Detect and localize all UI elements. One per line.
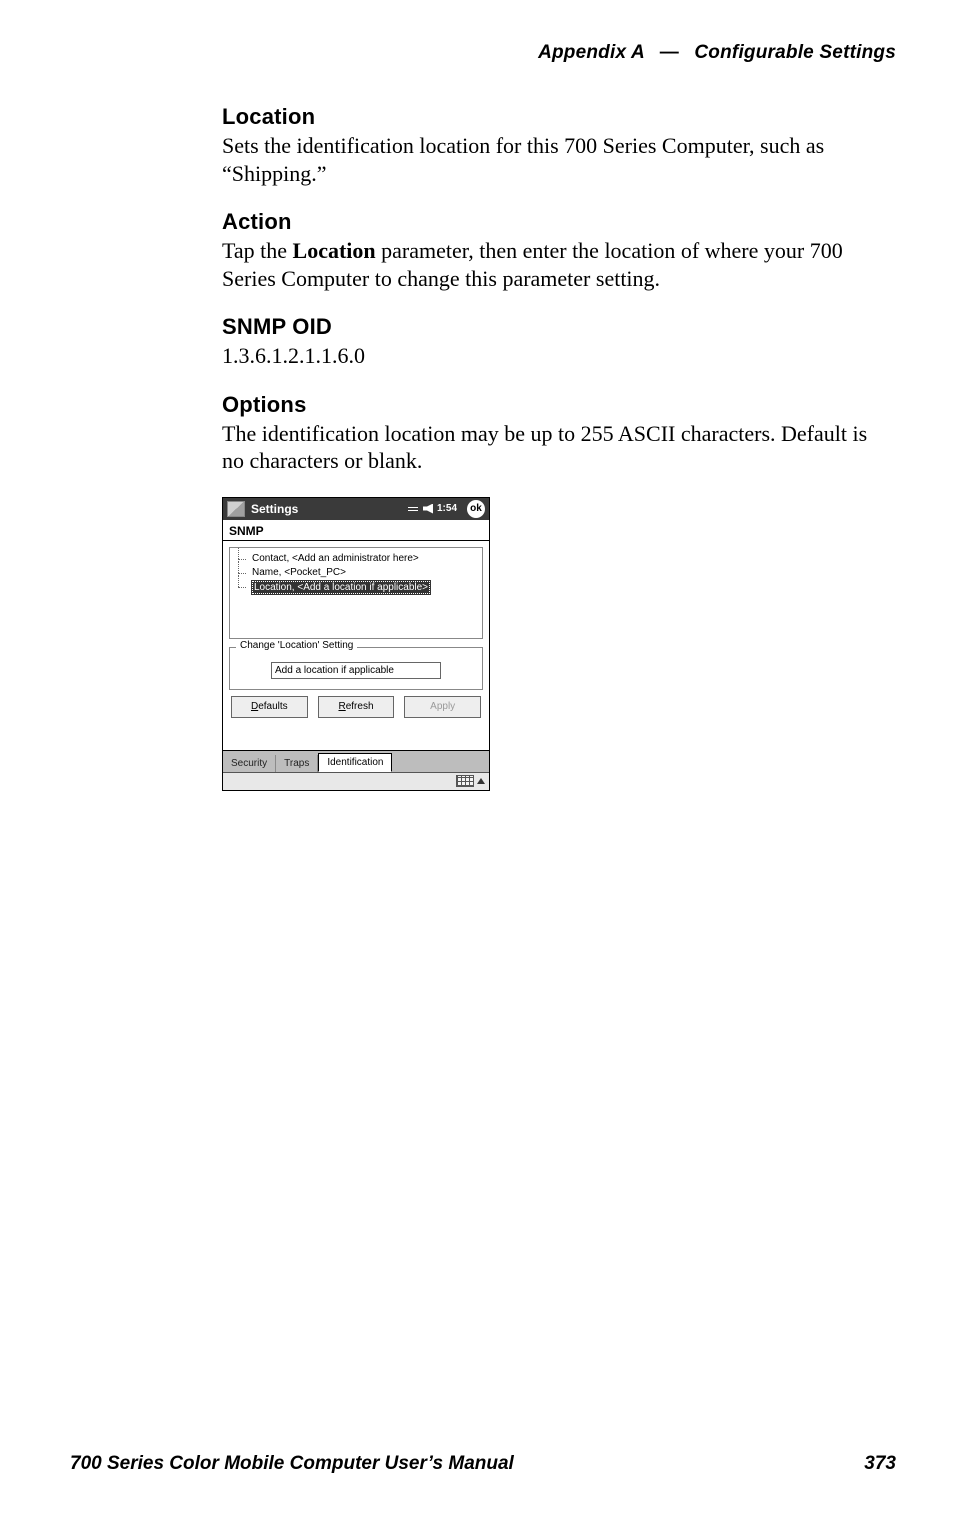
header-separator: — [660, 42, 679, 63]
keyboard-icon[interactable] [456, 775, 474, 787]
tree-branch-icon [234, 567, 248, 579]
footer-manual-title: 700 Series Color Mobile Computer User’s … [70, 1453, 514, 1475]
body-action-bold: Location [293, 238, 376, 263]
tab-identification[interactable]: Identification [318, 753, 392, 772]
start-flag-icon[interactable] [227, 501, 245, 517]
header-appendix: Appendix A [538, 42, 644, 63]
pocketpc-window: Settings 1:54 ok SNMP Contact, <Add an a… [222, 497, 490, 791]
button-rest: efaults [258, 701, 287, 712]
running-header: Appendix A — Configurable Settings [70, 42, 896, 64]
clock: 1:54 [437, 503, 457, 514]
body-location: Sets the identification location for thi… [222, 132, 882, 187]
button-accel: R [338, 701, 345, 712]
location-input[interactable] [271, 662, 441, 679]
titlebar: Settings 1:54 ok [223, 498, 489, 520]
tree-branch-icon [234, 581, 248, 593]
change-setting-group: Change 'Location' Setting [229, 647, 483, 690]
window-title: Settings [251, 502, 401, 516]
heading-options: Options [222, 392, 882, 418]
body-action-pre: Tap the [222, 238, 293, 263]
tab-security[interactable]: Security [223, 755, 276, 772]
defaults-button[interactable]: Defaults [231, 696, 308, 718]
refresh-button[interactable]: Refresh [318, 696, 395, 718]
tree-item-location[interactable]: Location, <Add a location if applicable> [232, 580, 480, 595]
speaker-icon[interactable] [423, 504, 433, 514]
sip-bar [223, 772, 489, 790]
tree-item-contact[interactable]: Contact, <Add an administrator here> [232, 552, 480, 566]
page-footer: 700 Series Color Mobile Computer User’s … [70, 1453, 896, 1475]
embedded-screenshot: Settings 1:54 ok SNMP Contact, <Add an a… [222, 497, 882, 791]
ok-button[interactable]: ok [467, 500, 485, 518]
status-area: 1:54 [407, 503, 457, 514]
heading-snmp-oid: SNMP OID [222, 314, 882, 340]
body-action: Tap the Location parameter, then enter t… [222, 237, 882, 292]
tree-item-name[interactable]: Name, <Pocket_PC> [232, 566, 480, 580]
connectivity-icon[interactable] [407, 504, 419, 514]
header-title: Configurable Settings [694, 42, 896, 63]
group-legend: Change 'Location' Setting [236, 640, 357, 651]
body-snmp-oid: 1.3.6.1.2.1.1.6.0 [222, 342, 882, 370]
body-options: The identification location may be up to… [222, 420, 882, 475]
button-rest: efresh [346, 701, 374, 712]
tree-view[interactable]: Contact, <Add an administrator here> Nam… [229, 547, 483, 639]
button-rest: pply [437, 701, 455, 712]
tree-item-label: Contact, <Add an administrator here> [252, 553, 419, 564]
tree-item-label: Location, <Add a location if applicable> [252, 581, 430, 594]
apply-button: Apply [404, 696, 481, 718]
button-accel: A [430, 701, 437, 712]
app-title: SNMP [223, 520, 489, 541]
sip-arrow-icon[interactable] [477, 778, 485, 784]
page: Appendix A — Configurable Settings Locat… [0, 0, 966, 1521]
content: Location Sets the identification locatio… [222, 104, 882, 791]
heading-action: Action [222, 209, 882, 235]
heading-location: Location [222, 104, 882, 130]
button-row: Defaults Refresh Apply [223, 690, 489, 724]
tab-traps[interactable]: Traps [276, 755, 318, 772]
footer-page-number: 373 [864, 1453, 896, 1475]
tree-item-label: Name, <Pocket_PC> [252, 567, 346, 578]
tree-branch-icon [234, 553, 248, 565]
tab-strip: Security Traps Identification [223, 750, 489, 772]
